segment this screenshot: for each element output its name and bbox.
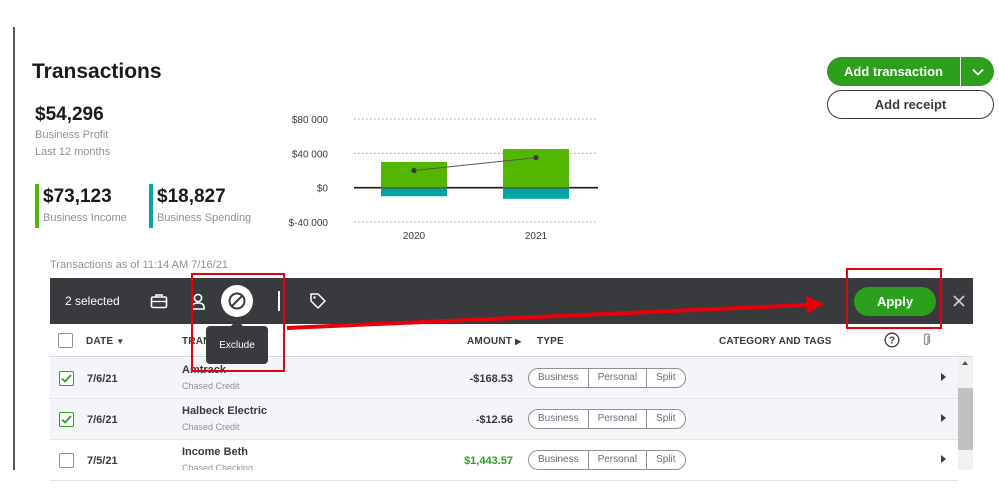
annotation-arrow bbox=[286, 296, 824, 330]
